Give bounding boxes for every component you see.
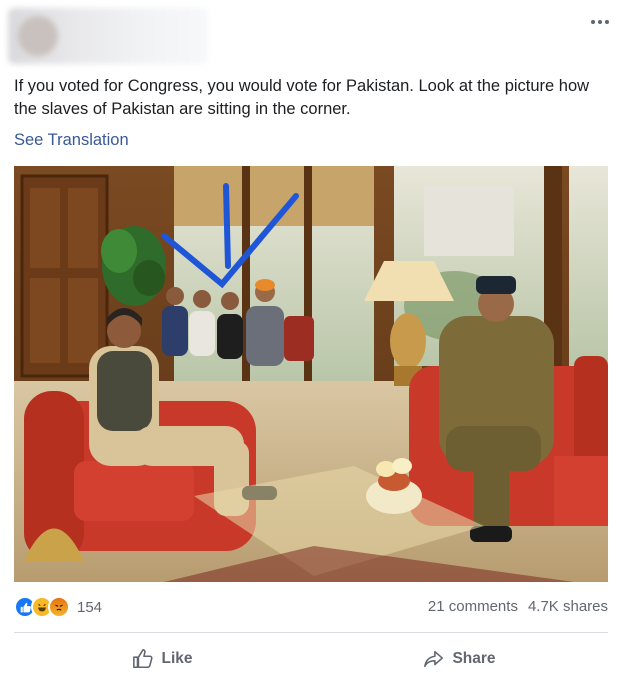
like-button[interactable]: Like [14,640,311,678]
share-arrow-icon [424,650,444,668]
angry-reaction-icon [48,596,70,618]
blurred-author-info [8,8,208,64]
post-action-bar: Like Share [14,640,608,678]
thumbs-up-icon [133,649,154,669]
reaction-count: 154 [77,598,103,616]
facebook-post: If you voted for Congress, you would vot… [0,0,622,683]
like-label: Like [161,650,193,667]
post-photo[interactable] [14,166,608,582]
reaction-summary[interactable]: 154 [14,596,102,618]
comments-count-link[interactable]: 21 comments [428,598,518,615]
see-translation-link[interactable]: See Translation [14,131,129,150]
post-header [0,0,622,70]
shares-count-link[interactable]: 4.7K shares [528,598,608,615]
share-button[interactable]: Share [311,640,608,678]
more-options-icon[interactable] [588,14,612,30]
actions-divider [14,632,608,633]
post-text: If you voted for Congress, you would vot… [14,77,590,118]
meeting-room-photo [14,166,608,582]
engagement-stats: 21 comments 4.7K shares [428,598,608,615]
share-label: Share [452,650,496,667]
